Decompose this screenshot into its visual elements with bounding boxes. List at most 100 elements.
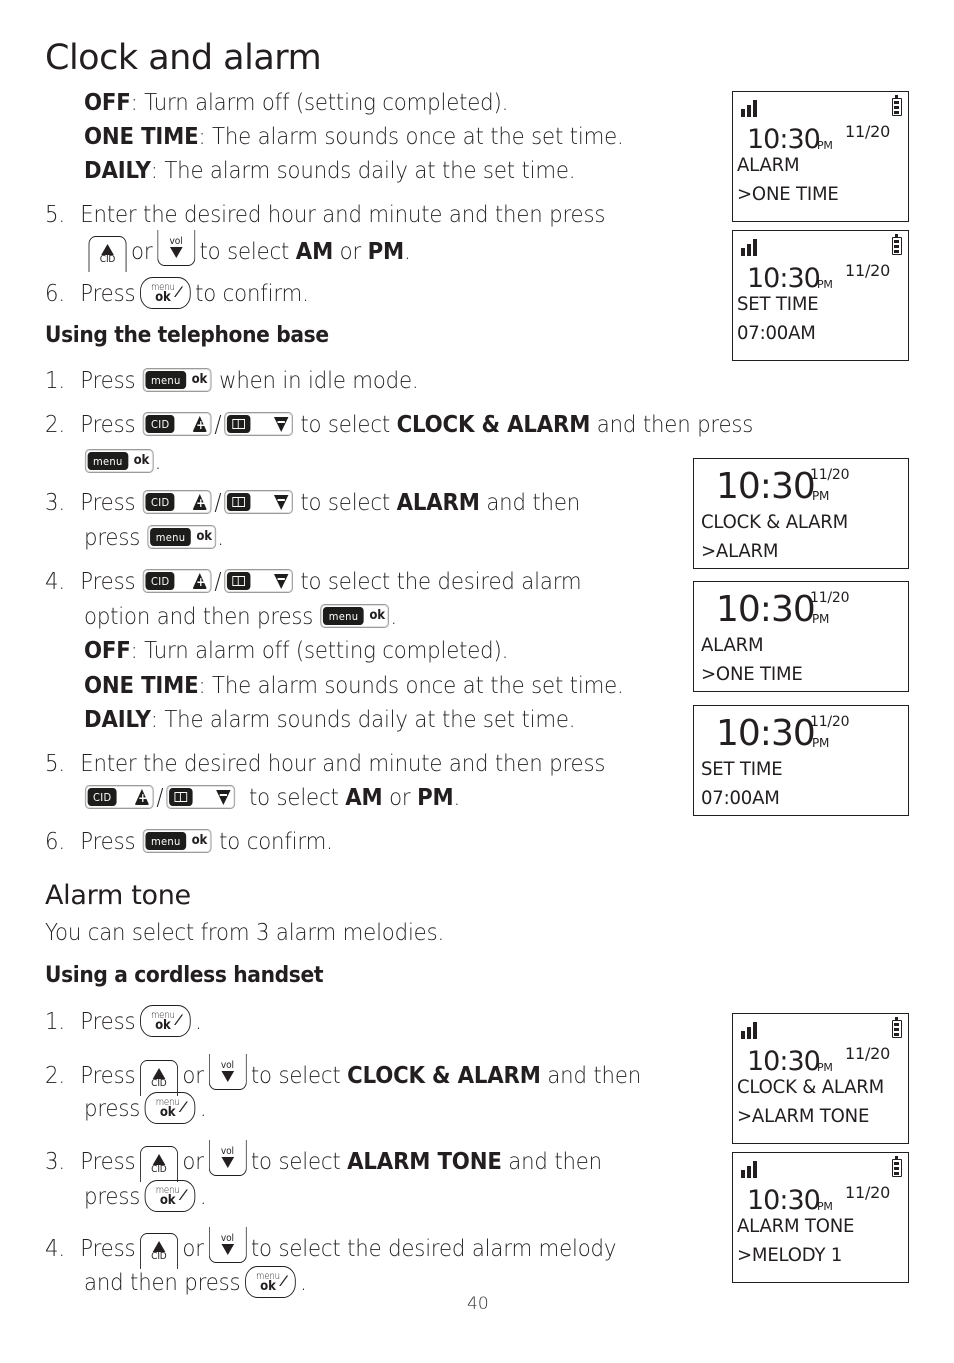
tone-step-2: 2. Press CID or vol to select CLOCK & ALA…: [45, 1054, 641, 1096]
menu-ok-mute-key-icon: menu ok ⁄: [144, 1092, 196, 1124]
battery-icon: [892, 95, 902, 116]
signal-strength-icon: [741, 1022, 757, 1039]
tone-step-2-line2: press menu ok ⁄.: [84, 1092, 207, 1124]
menu-ok-mute-key-icon: menu ok ⁄: [244, 1266, 296, 1298]
lcd-date: 11/20: [845, 122, 891, 141]
lcd-line1: CLOCK & ALARM: [701, 511, 849, 533]
tone-step-4: 4. Press CID or vol to select the desired…: [45, 1227, 616, 1269]
cordless-handset-heading: Using a cordless handset: [45, 962, 324, 988]
handset-lcd-screen: 10:30 PM 11/20 ALARM TONE >MELODY 1: [732, 1152, 909, 1283]
signal-strength-icon: [741, 1161, 757, 1178]
page-title: Clock and alarm: [45, 38, 322, 78]
lcd-ampm: PM: [817, 1061, 833, 1074]
lcd-line2: >ALARM: [701, 540, 779, 562]
lcd-time: 10:30: [747, 1185, 821, 1216]
lcd-line2: >MELODY 1: [737, 1244, 843, 1266]
base-step-6: 6. Press menu ok to confirm.: [45, 827, 333, 855]
option-daily: DAILY: The alarm sounds daily at the set…: [84, 156, 576, 184]
base-step-4-line2: option and then press menu ok.: [84, 602, 397, 630]
lcd-ampm: PM: [812, 736, 830, 750]
lcd-line1: SET TIME: [737, 293, 819, 315]
tone-step-3: 3. Press CID or vol to select ALARM TONE …: [45, 1140, 602, 1182]
lcd-date: 11/20: [845, 1044, 891, 1063]
lcd-date: 11/20: [810, 467, 850, 483]
vol-down-key-icon: vol: [208, 1227, 247, 1263]
lcd-line1: SET TIME: [701, 758, 783, 780]
lcd-time: 10:30: [716, 713, 816, 754]
lcd-ampm: PM: [817, 1200, 833, 1213]
lcd-date: 11/20: [845, 1183, 891, 1202]
lcd-ampm: PM: [812, 612, 830, 626]
vol-down-key-icon: vol: [208, 1054, 247, 1090]
handset-lcd-screen: 10:30 PM 11/20 CLOCK & ALARM >ALARM TONE: [732, 1013, 909, 1144]
base-step-2: 2.Press CID/ to select CLOCK & ALARM and…: [45, 410, 753, 438]
vol-down-key-icon: vol: [156, 230, 195, 266]
page-number: 40: [467, 1294, 489, 1314]
lcd-date: 11/20: [810, 714, 850, 730]
lcd-line2: >ONE TIME: [701, 663, 803, 685]
base-menu-ok-key-icon: menu ok: [84, 449, 154, 474]
base-option-one-time: ONE TIME: The alarm sounds once at the s…: [84, 671, 624, 699]
base-phonebook-down-key-icon: [224, 569, 293, 594]
option-off: OFF: Turn alarm off (setting completed).: [84, 88, 509, 116]
base-menu-ok-key-icon: menu ok: [147, 525, 217, 550]
lcd-line1: CLOCK & ALARM: [737, 1076, 885, 1098]
lcd-line2: >ONE TIME: [737, 183, 839, 205]
base-phonebook-down-key-icon: [224, 490, 293, 515]
lcd-time: 10:30: [747, 263, 821, 294]
lcd-line1: ALARM: [701, 634, 764, 656]
lcd-line2: 07:00AM: [701, 787, 780, 809]
cid-up-key-icon: CID: [88, 236, 127, 272]
lcd-line1: ALARM TONE: [737, 1215, 855, 1237]
base-step-5-line2: CID/ to select AM or PM.: [84, 783, 460, 811]
base-section-heading: Using the telephone base: [45, 322, 329, 348]
menu-ok-mute-key-icon: menu ok ⁄: [139, 277, 191, 309]
lcd-line2: 07:00AM: [737, 322, 816, 344]
menu-ok-mute-key-icon: menu ok ⁄: [139, 1005, 191, 1037]
base-step-2-line2: menu ok.: [84, 447, 161, 475]
menu-ok-mute-key-icon: menu ok ⁄: [144, 1180, 196, 1212]
battery-icon: [892, 1156, 902, 1177]
lcd-line1: ALARM: [737, 154, 800, 176]
handset-step-5-line1: 5. Enter the desired hour and minute and …: [45, 200, 606, 228]
cid-up-key-icon: CID: [139, 1233, 178, 1269]
base-option-daily: DAILY: The alarm sounds daily at the set…: [84, 705, 576, 733]
lcd-ampm: PM: [817, 139, 833, 152]
alarm-tone-intro: You can select from 3 alarm melodies.: [45, 918, 445, 946]
lcd-ampm: PM: [812, 489, 830, 503]
base-lcd-screen: 10:30 11/20 PM SET TIME 07:00AM: [693, 705, 909, 816]
base-step-4: 4.Press CID/ to select the desired alarm: [45, 567, 582, 595]
base-menu-ok-key-icon: menu ok: [142, 829, 212, 854]
lcd-time: 10:30: [747, 1046, 821, 1077]
tone-step-1: 1. Press menu ok ⁄.: [45, 1005, 202, 1037]
lcd-time: 10:30: [716, 589, 816, 630]
lcd-date: 11/20: [810, 590, 850, 606]
base-cid-up-key-icon: CID: [84, 785, 154, 810]
base-menu-ok-key-icon: menu ok: [320, 604, 390, 629]
base-step-3-line2: press menu ok.: [84, 523, 224, 551]
base-cid-up-key-icon: CID: [142, 569, 212, 594]
alarm-tone-heading: Alarm tone: [45, 880, 191, 911]
signal-strength-icon: [741, 100, 757, 117]
base-cid-up-key-icon: CID: [142, 490, 212, 515]
lcd-date: 11/20: [845, 261, 891, 280]
tone-step-3-line2: press menu ok ⁄.: [84, 1180, 207, 1212]
lcd-time: 10:30: [716, 466, 816, 507]
base-option-off: OFF: Turn alarm off (setting completed).: [84, 636, 509, 664]
lcd-line2: >ALARM TONE: [737, 1105, 870, 1127]
base-phonebook-down-key-icon: [224, 412, 293, 437]
battery-icon: [892, 234, 902, 255]
lcd-time: 10:30: [747, 124, 821, 155]
handset-lcd-screen: 10:30 PM 11/20 ALARM >ONE TIME: [732, 91, 909, 222]
base-cid-up-key-icon: CID: [142, 412, 212, 437]
option-one-time: ONE TIME: The alarm sounds once at the s…: [84, 122, 624, 150]
handset-step-5-line2: CID or vol to select AM or PM.: [84, 230, 411, 272]
signal-strength-icon: [741, 239, 757, 256]
handset-step-6: 6. Press menu ok ⁄ to confirm.: [45, 277, 309, 309]
base-step-3: 3.Press CID/ to select ALARM and then: [45, 488, 580, 516]
base-menu-ok-key-icon: menu ok: [142, 368, 212, 393]
base-phonebook-down-key-icon: [166, 785, 235, 810]
cid-up-key-icon: CID: [139, 1146, 178, 1182]
base-lcd-screen: 10:30 11/20 PM ALARM >ONE TIME: [693, 581, 909, 692]
handset-lcd-screen: 10:30 PM 11/20 SET TIME 07:00AM: [732, 230, 909, 361]
